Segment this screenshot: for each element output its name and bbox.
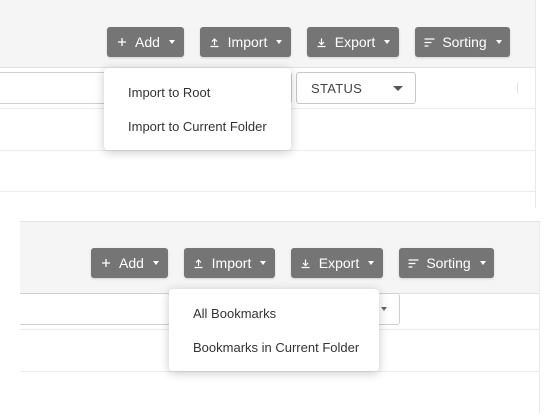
download-icon <box>300 256 312 270</box>
import-button[interactable]: Import <box>200 27 291 57</box>
chevron-down-icon <box>168 40 175 44</box>
import-menu: Import to Root Import to Current Folder <box>104 68 291 150</box>
status-select[interactable]: STATUS <box>296 72 416 104</box>
export-button[interactable]: Export <box>307 27 399 57</box>
export-button[interactable]: Export <box>291 248 383 278</box>
chevron-down-icon <box>276 40 283 44</box>
export-menu: All Bookmarks Bookmarks in Current Folde… <box>169 289 379 371</box>
chevron-down-icon <box>495 40 502 44</box>
chevron-down-icon <box>384 40 391 44</box>
sort-lines-icon <box>423 35 435 49</box>
chevron-down-icon <box>368 261 375 265</box>
chevron-down-icon <box>381 307 387 311</box>
toolbar-background <box>20 222 539 238</box>
row-divider <box>0 150 535 151</box>
menu-item-import-to-current-folder[interactable]: Import to Current Folder <box>104 109 291 143</box>
import-button[interactable]: Import <box>184 248 275 278</box>
add-label: Add <box>119 255 144 271</box>
sorting-label: Sorting <box>442 34 487 50</box>
row-divider <box>20 371 539 372</box>
top-bookmark-panel: Add Import Export Sorting STATUS Import … <box>0 0 536 208</box>
menu-item-all-bookmarks[interactable]: All Bookmarks <box>169 296 379 330</box>
sorting-label: Sorting <box>426 255 471 271</box>
chevron-down-icon <box>152 261 159 265</box>
upload-icon <box>209 35 221 49</box>
status-select-value: STATUS <box>311 80 363 96</box>
column-divider <box>517 83 518 93</box>
plus-icon <box>116 35 128 49</box>
plus-icon <box>100 256 112 270</box>
export-label: Export <box>334 34 376 50</box>
add-label: Add <box>135 34 160 50</box>
import-label: Import <box>227 34 268 50</box>
sort-lines-icon <box>407 256 419 270</box>
chevron-down-icon <box>479 261 486 265</box>
upload-icon <box>193 256 205 270</box>
chevron-down-icon <box>393 86 403 91</box>
sorting-button[interactable]: Sorting <box>415 27 510 57</box>
chevron-down-icon <box>260 261 267 265</box>
download-icon <box>316 35 328 49</box>
search-input[interactable] <box>20 293 170 325</box>
add-button[interactable]: Add <box>107 27 184 57</box>
import-label: Import <box>211 255 252 271</box>
menu-item-bookmarks-in-current-folder[interactable]: Bookmarks in Current Folder <box>169 330 379 364</box>
sorting-button[interactable]: Sorting <box>399 248 494 278</box>
export-label: Export <box>318 255 360 271</box>
menu-item-import-to-root[interactable]: Import to Root <box>104 75 291 109</box>
add-button[interactable]: Add <box>91 248 168 278</box>
bottom-bookmark-panel: Add Import Export Sorting All Bookmarks … <box>20 221 540 413</box>
row-divider <box>0 191 535 192</box>
